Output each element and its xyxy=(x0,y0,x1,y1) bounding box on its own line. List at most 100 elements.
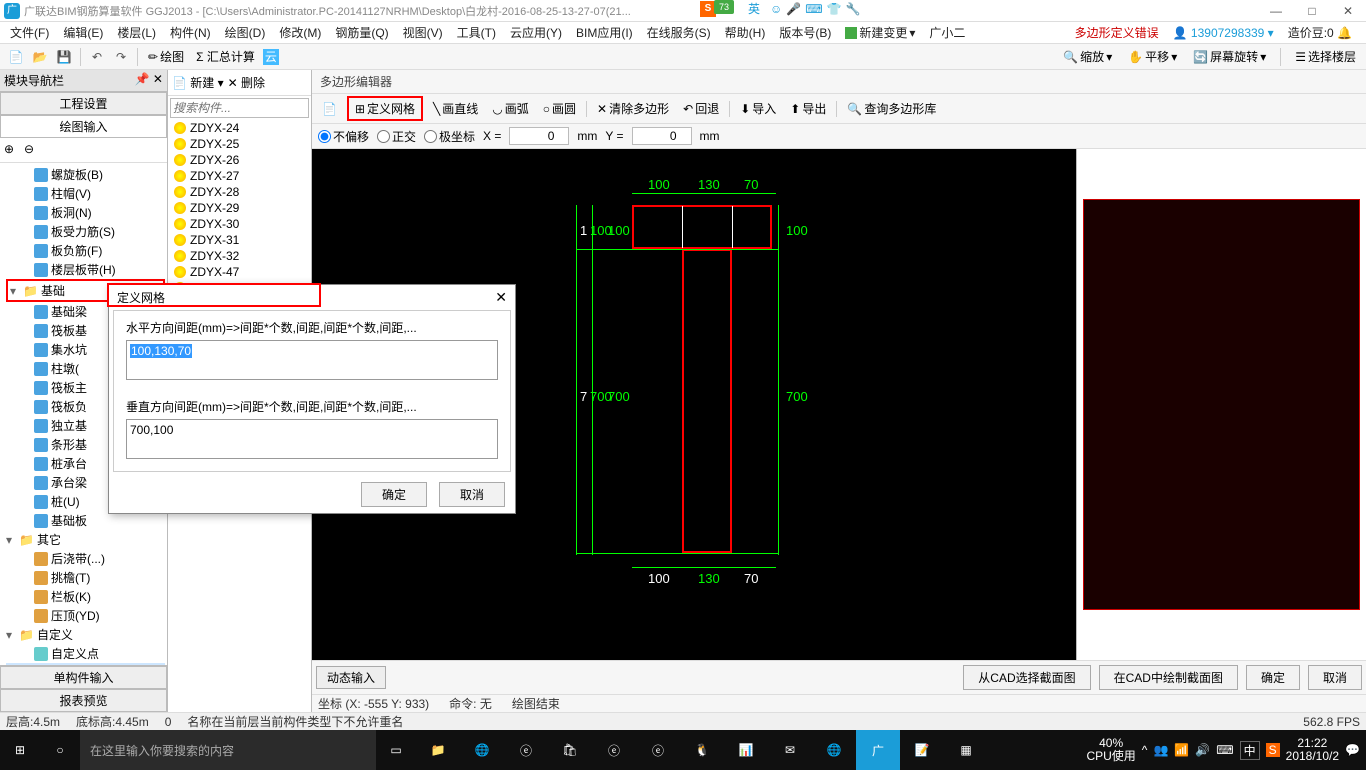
dialog-ok-button[interactable]: 确定 xyxy=(361,482,427,507)
tree-item[interactable]: 楼层板带(H) xyxy=(6,260,165,279)
menu-component[interactable]: 构件(N) xyxy=(164,22,217,43)
menu-edit[interactable]: 编辑(E) xyxy=(57,22,109,43)
menu-draw[interactable]: 绘图(D) xyxy=(219,22,272,43)
tab-project-settings[interactable]: 工程设置 xyxy=(0,92,167,115)
cancel-button[interactable]: 取消 xyxy=(1308,665,1362,690)
menu-version[interactable]: 版本号(B) xyxy=(773,22,837,43)
menu-modify[interactable]: 修改(M) xyxy=(273,22,327,43)
list-item[interactable]: ZDYX-28 xyxy=(168,184,311,200)
bean-label[interactable]: 造价豆:0 🔔 xyxy=(1288,24,1352,41)
tree-item[interactable]: 栏板(K) xyxy=(6,587,165,606)
kbd-icon[interactable]: ⌨ xyxy=(805,2,822,16)
tree-item[interactable]: 板洞(N) xyxy=(6,203,165,222)
menu-bim[interactable]: BIM应用(I) xyxy=(570,22,639,43)
vert-input[interactable]: 700,100 xyxy=(126,419,498,459)
radio-no-offset[interactable]: 不偏移 xyxy=(318,128,369,145)
list-item[interactable]: ZDYX-24 xyxy=(168,120,311,136)
tree-other-group[interactable]: ▾📁 其它 xyxy=(6,530,165,549)
maximize-button[interactable]: □ xyxy=(1298,2,1326,20)
list-item[interactable]: ZDYX-25 xyxy=(168,136,311,152)
menu-cloud[interactable]: 云应用(Y) xyxy=(504,22,568,43)
smile-icon[interactable]: ☺ xyxy=(770,2,782,16)
select-floor-button[interactable]: ☰ 选择楼层 xyxy=(1291,46,1360,67)
menu-rebar[interactable]: 钢筋量(Q) xyxy=(329,22,394,43)
app-other[interactable]: ▦ xyxy=(944,730,988,770)
app-ie2[interactable]: ⓔ xyxy=(636,730,680,770)
menu-online[interactable]: 在线服务(S) xyxy=(641,22,717,43)
x-input[interactable] xyxy=(509,127,569,145)
tree-custom-group[interactable]: ▾📁 自定义 xyxy=(6,625,165,644)
tray-sogou[interactable]: S xyxy=(1266,743,1280,757)
menu-file[interactable]: 文件(F) xyxy=(4,22,55,43)
start-button[interactable]: ⊞ xyxy=(0,730,40,770)
draw-line-button[interactable]: ╲ 画直线 xyxy=(429,98,482,119)
minimize-button[interactable]: — xyxy=(1262,2,1290,20)
menu-tools[interactable]: 工具(T) xyxy=(451,22,502,43)
radio-polar[interactable]: 极坐标 xyxy=(424,128,475,145)
app-ie[interactable]: ⓔ xyxy=(592,730,636,770)
tray-kbd-icon[interactable]: ⌨ xyxy=(1216,743,1233,757)
list-item[interactable]: ZDYX-47 xyxy=(168,264,311,280)
app-explorer[interactable]: 📁 xyxy=(416,730,460,770)
tab-single-input[interactable]: 单构件输入 xyxy=(0,666,167,689)
list-item[interactable]: ZDYX-29 xyxy=(168,200,311,216)
taskbar-search[interactable]: 在这里输入你要搜索的内容 xyxy=(80,730,376,770)
app-mail[interactable]: ✉ xyxy=(768,730,812,770)
close-button[interactable]: ✕ xyxy=(1334,2,1362,20)
tree-item[interactable]: 柱帽(V) xyxy=(6,184,165,203)
app-chrome[interactable]: 🌐 xyxy=(460,730,504,770)
tray-net-icon[interactable]: 📶 xyxy=(1174,743,1189,757)
dialog-close-button[interactable]: ✕ xyxy=(495,289,507,306)
app-edge[interactable]: ⓔ xyxy=(504,730,548,770)
app-note[interactable]: 📝 xyxy=(900,730,944,770)
tray-notif-icon[interactable]: 💬 xyxy=(1345,743,1360,757)
rotate-button[interactable]: 🔄 屏幕旋转 ▾ xyxy=(1189,46,1270,67)
tray-vol-icon[interactable]: 🔊 xyxy=(1195,743,1210,757)
radio-ortho[interactable]: 正交 xyxy=(377,128,416,145)
tray-clock[interactable]: 21:222018/10/2 xyxy=(1286,737,1339,763)
new-file-icon[interactable]: 📄 xyxy=(6,47,26,67)
tab-report-preview[interactable]: 报表预览 xyxy=(0,689,167,712)
undo-icon[interactable]: ↶ xyxy=(87,47,107,67)
tab-draw-input[interactable]: 绘图输入 xyxy=(0,115,167,138)
app-excel[interactable]: 📊 xyxy=(724,730,768,770)
mic-icon[interactable]: 🎤 xyxy=(786,2,801,16)
pin-icon[interactable]: 📌 ✕ xyxy=(135,72,163,89)
delete-component-button[interactable]: ✕ 删除 xyxy=(228,74,265,91)
cad-draw-button[interactable]: 在CAD中绘制截面图 xyxy=(1099,665,1238,690)
undo-button[interactable]: ↶ 回退 xyxy=(679,98,723,119)
draw-button[interactable]: ✏ 绘图 xyxy=(144,46,188,67)
tree-item[interactable]: 自定义点 xyxy=(6,644,165,663)
sum-button[interactable]: Σ 汇总计算 xyxy=(192,46,259,67)
dialog-cancel-button[interactable]: 取消 xyxy=(439,482,505,507)
cad-select-button[interactable]: 从CAD选择截面图 xyxy=(963,665,1090,690)
list-item[interactable]: ZDYX-31 xyxy=(168,232,311,248)
menu-help[interactable]: 帮助(H) xyxy=(719,22,772,43)
app-store[interactable]: 🛍 xyxy=(548,730,592,770)
draw-arc-button[interactable]: ◡ 画弧 xyxy=(488,98,533,119)
open-file-icon[interactable]: 📂 xyxy=(30,47,50,67)
import-button[interactable]: ⬇ 导入 xyxy=(736,98,780,119)
save-icon[interactable]: 💾 xyxy=(54,47,74,67)
collapse-icon[interactable]: ⊖ xyxy=(24,142,40,158)
draw-circle-button[interactable]: ○ 画圆 xyxy=(539,98,580,119)
tree-item[interactable]: 挑檐(T) xyxy=(6,568,165,587)
list-item[interactable]: ZDYX-26 xyxy=(168,152,311,168)
export-button[interactable]: ⬆ 导出 xyxy=(786,98,830,119)
expand-icon[interactable]: ⊕ xyxy=(4,142,20,158)
dynamic-input-button[interactable]: 动态输入 xyxy=(316,666,386,689)
phone-label[interactable]: 👤 13907298339 ▾ xyxy=(1173,26,1274,40)
list-item[interactable]: ZDYX-32 xyxy=(168,248,311,264)
skin-icon[interactable]: 👕 xyxy=(827,2,842,16)
check-icon[interactable]: 云 xyxy=(263,49,279,65)
app-qq[interactable]: 🐧 xyxy=(680,730,724,770)
cpu-meter[interactable]: 40%CPU使用 xyxy=(1086,737,1135,763)
horiz-input-value[interactable]: 100,130,70 xyxy=(130,344,192,358)
tree-item[interactable]: 板负筋(F) xyxy=(6,241,165,260)
tray-up-icon[interactable]: ^ xyxy=(1142,743,1148,757)
tree-item[interactable]: 螺旋板(B) xyxy=(6,165,165,184)
editor-new[interactable]: 📄 xyxy=(318,100,341,118)
list-item[interactable]: ZDYX-30 xyxy=(168,216,311,232)
zoom-button[interactable]: 🔍 缩放 ▾ xyxy=(1059,46,1116,67)
ok-button[interactable]: 确定 xyxy=(1246,665,1300,690)
